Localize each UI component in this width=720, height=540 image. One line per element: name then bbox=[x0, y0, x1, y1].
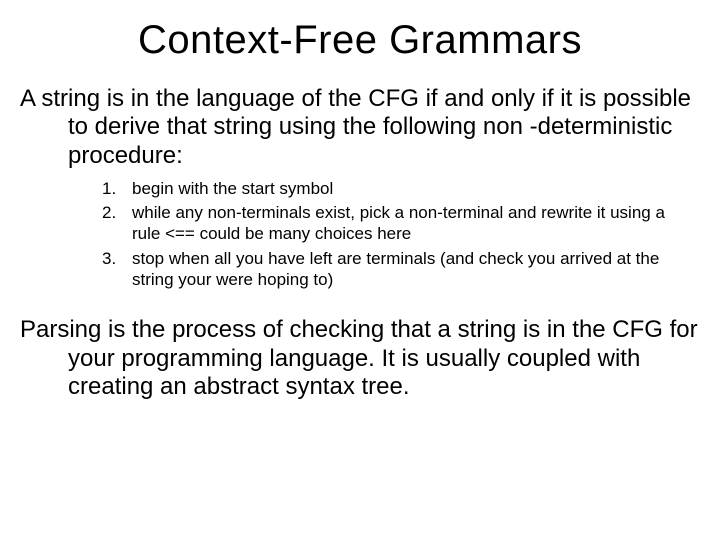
parsing-paragraph: Parsing is the process of checking that … bbox=[20, 316, 700, 401]
list-text: while any non-terminals exist, pick a no… bbox=[132, 202, 690, 245]
list-item: 3. stop when all you have left are termi… bbox=[102, 248, 690, 291]
list-text: begin with the start symbol bbox=[132, 178, 690, 199]
slide: Context-Free Grammars A string is in the… bbox=[0, 0, 720, 540]
list-number: 3. bbox=[102, 248, 132, 291]
list-number: 1. bbox=[102, 178, 132, 199]
list-number: 2. bbox=[102, 202, 132, 245]
intro-paragraph: A string is in the language of the CFG i… bbox=[20, 85, 700, 170]
list-item: 1. begin with the start symbol bbox=[102, 178, 690, 199]
list-text: stop when all you have left are terminal… bbox=[132, 248, 690, 291]
procedure-list: 1. begin with the start symbol 2. while … bbox=[20, 178, 700, 290]
slide-title: Context-Free Grammars bbox=[20, 18, 700, 63]
list-item: 2. while any non-terminals exist, pick a… bbox=[102, 202, 690, 245]
